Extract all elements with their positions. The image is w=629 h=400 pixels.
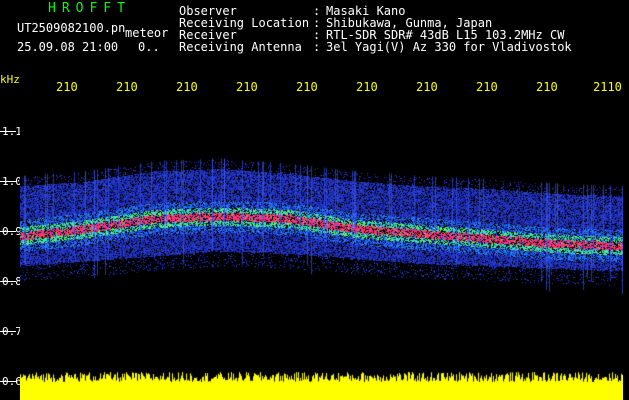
- datetime: 25.09.08 21:00: [17, 40, 119, 54]
- spectrogram-plot: [20, 100, 623, 400]
- x-tick-label: 210: [416, 80, 438, 94]
- y-tick-label: 0.9: [2, 225, 22, 238]
- antenna-value: 3el Yagi(V) Az 330 for Vladivostok: [326, 40, 572, 54]
- x-tick-label: 210: [116, 80, 138, 94]
- colon: :: [313, 40, 321, 54]
- y-tick-label: 0.8: [2, 275, 22, 288]
- x-tick-label: 210: [236, 80, 258, 94]
- antenna-label: Receiving Antenna: [179, 40, 302, 54]
- app-brand: HROFFT: [48, 1, 131, 16]
- count-value: 0..: [138, 40, 160, 54]
- x-tick-label: 210: [356, 80, 378, 94]
- y-tick-label: 1.0: [2, 175, 22, 188]
- y-tick-label: 1.1: [2, 125, 22, 138]
- mode-label: meteor: [125, 26, 169, 40]
- y-tick-label: 0.7: [2, 325, 22, 338]
- x-tick-label: 2110: [593, 80, 622, 94]
- x-tick-label: 210: [536, 80, 558, 94]
- x-tick-label: 210: [476, 80, 498, 94]
- y-tick-label: 0.6: [2, 375, 22, 388]
- unit-label: kHz: [0, 73, 20, 86]
- file-name: UT2509082100.pn: [17, 21, 126, 35]
- x-tick-label: 210: [176, 80, 198, 94]
- x-tick-label: 210: [296, 80, 318, 94]
- x-tick-label: 210: [56, 80, 78, 94]
